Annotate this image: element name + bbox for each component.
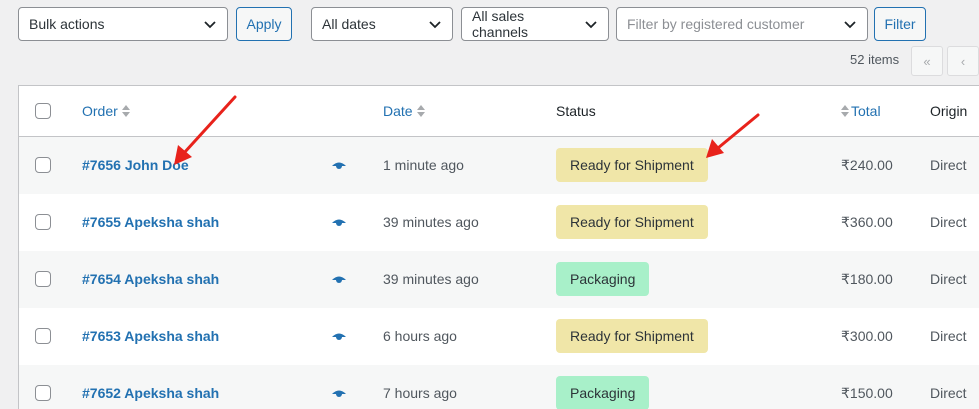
order-link[interactable]: #7654 Apeksha shah (82, 271, 219, 287)
order-total: ₹150.00 (841, 385, 893, 401)
sort-icon (416, 105, 425, 117)
prev-page-button[interactable]: ‹ (947, 46, 979, 76)
table-row[interactable]: #7655 Apeksha shah 39 minutes ago Ready … (19, 194, 979, 251)
bulk-actions-select[interactable]: Bulk actions (18, 7, 228, 41)
eye-icon[interactable] (331, 331, 347, 343)
chevron-down-icon (429, 21, 441, 29)
row-checkbox[interactable] (35, 214, 51, 230)
order-header-label: Order (82, 103, 118, 119)
status-badge: Packaging (556, 262, 650, 296)
order-origin: Direct (930, 271, 967, 287)
date-column-header[interactable]: Date (383, 103, 425, 119)
sort-icon (841, 105, 849, 117)
table-row[interactable]: #7653 Apeksha shah 6 hours ago Ready for… (19, 308, 979, 365)
orders-table: Order Date Status Total Origin #7656 Joh… (18, 85, 979, 409)
row-checkbox[interactable] (35, 385, 51, 401)
items-count: 52 items (850, 52, 900, 67)
table-toolbar: Bulk actions Apply All dates All sales c… (0, 0, 979, 80)
status-badge: Ready for Shipment (556, 319, 708, 353)
sales-channels-value: All sales channels (472, 8, 529, 40)
select-all-checkbox[interactable] (35, 103, 51, 119)
status-column-header: Status (556, 103, 596, 119)
chevron-down-icon (585, 21, 597, 29)
order-origin: Direct (930, 214, 967, 230)
origin-column-header: Origin (930, 103, 968, 119)
order-total: ₹360.00 (841, 214, 893, 230)
order-date: 6 hours ago (383, 328, 457, 344)
customer-filter-placeholder: Filter by registered customer (627, 16, 805, 32)
order-total: ₹300.00 (841, 328, 893, 344)
first-page-button[interactable]: « (911, 46, 943, 76)
total-header-label: Total (851, 103, 881, 119)
table-row[interactable]: #7652 Apeksha shah 7 hours ago Packaging… (19, 365, 979, 409)
row-checkbox[interactable] (35, 157, 51, 173)
order-date: 1 minute ago (383, 157, 464, 173)
order-column-header[interactable]: Order (82, 103, 130, 119)
filter-button[interactable]: Filter (874, 7, 926, 41)
order-total: ₹180.00 (841, 271, 893, 287)
order-origin: Direct (930, 157, 967, 173)
order-total: ₹240.00 (841, 157, 893, 173)
status-badge: Ready for Shipment (556, 205, 708, 239)
dates-filter-select[interactable]: All dates (311, 7, 453, 41)
chevron-down-icon (844, 21, 856, 29)
apply-button[interactable]: Apply (236, 7, 292, 41)
date-header-label: Date (383, 103, 413, 119)
order-link[interactable]: #7652 Apeksha shah (82, 385, 219, 401)
status-badge: Ready for Shipment (556, 148, 708, 182)
order-origin: Direct (930, 385, 967, 401)
eye-icon[interactable] (331, 160, 347, 172)
order-link[interactable]: #7655 Apeksha shah (82, 214, 219, 230)
eye-icon[interactable] (331, 217, 347, 229)
customer-filter-select[interactable]: Filter by registered customer (616, 7, 868, 41)
eye-icon[interactable] (331, 388, 347, 400)
order-link[interactable]: #7656 John Doe (82, 157, 189, 173)
eye-icon[interactable] (331, 274, 347, 286)
table-row[interactable]: #7656 John Doe 1 minute ago Ready for Sh… (19, 137, 979, 194)
order-origin: Direct (930, 328, 967, 344)
order-link[interactable]: #7653 Apeksha shah (82, 328, 219, 344)
chevron-down-icon (204, 21, 216, 29)
status-badge: Packaging (556, 376, 650, 409)
row-checkbox[interactable] (35, 271, 51, 287)
dates-filter-value: All dates (322, 16, 376, 32)
order-date: 39 minutes ago (383, 271, 479, 287)
total-column-header[interactable]: Total (841, 103, 881, 119)
table-row[interactable]: #7654 Apeksha shah 39 minutes ago Packag… (19, 251, 979, 308)
order-date: 39 minutes ago (383, 214, 479, 230)
bulk-actions-value: Bulk actions (29, 16, 105, 32)
sales-channels-select[interactable]: All sales channels (461, 7, 609, 41)
row-checkbox[interactable] (35, 328, 51, 344)
order-date: 7 hours ago (383, 385, 457, 401)
sort-icon (121, 105, 130, 117)
table-header: Order Date Status Total Origin (19, 86, 979, 137)
